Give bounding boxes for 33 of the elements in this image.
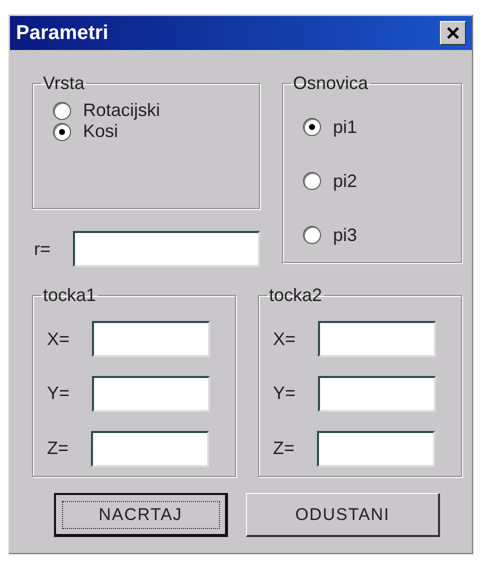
input-field[interactable] <box>316 430 435 467</box>
group-title: Vrsta <box>42 73 86 94</box>
radio-button[interactable] <box>53 102 71 120</box>
group-title: tocka1 <box>42 285 98 306</box>
radio-button[interactable] <box>303 118 321 136</box>
input-field[interactable] <box>318 321 436 358</box>
field-label: r= <box>34 238 51 260</box>
group-title: Osnovica <box>292 73 370 94</box>
field-label: Z= <box>273 438 295 460</box>
radio-label[interactable]: pi2 <box>333 170 358 192</box>
window-title: Parametri <box>16 22 108 44</box>
field-label: Y= <box>47 383 70 404</box>
radio-label[interactable]: pi3 <box>333 224 358 246</box>
radio-button[interactable] <box>53 122 71 140</box>
field-label: Z= <box>47 438 69 460</box>
group-title: tocka2 <box>268 285 324 306</box>
radio-label[interactable]: Kosi <box>83 121 118 142</box>
close-button[interactable] <box>440 21 466 45</box>
field-label: Y= <box>273 383 296 404</box>
field-label: X= <box>273 328 296 350</box>
dialog-button[interactable]: NACRTAJ <box>54 493 228 537</box>
radio-label[interactable]: pi1 <box>333 116 358 138</box>
radio-label[interactable]: Rotacijski <box>83 100 160 121</box>
input-field[interactable] <box>92 321 210 358</box>
input-field[interactable] <box>92 376 210 412</box>
input-field[interactable] <box>90 430 209 467</box>
input-field[interactable] <box>318 376 436 412</box>
input-field[interactable] <box>72 231 260 267</box>
radio-button[interactable] <box>303 172 321 190</box>
close-icon <box>446 27 460 39</box>
dialog-button[interactable]: ODUSTANI <box>246 493 440 537</box>
field-label: X= <box>47 328 70 350</box>
radio-button[interactable] <box>303 226 321 244</box>
